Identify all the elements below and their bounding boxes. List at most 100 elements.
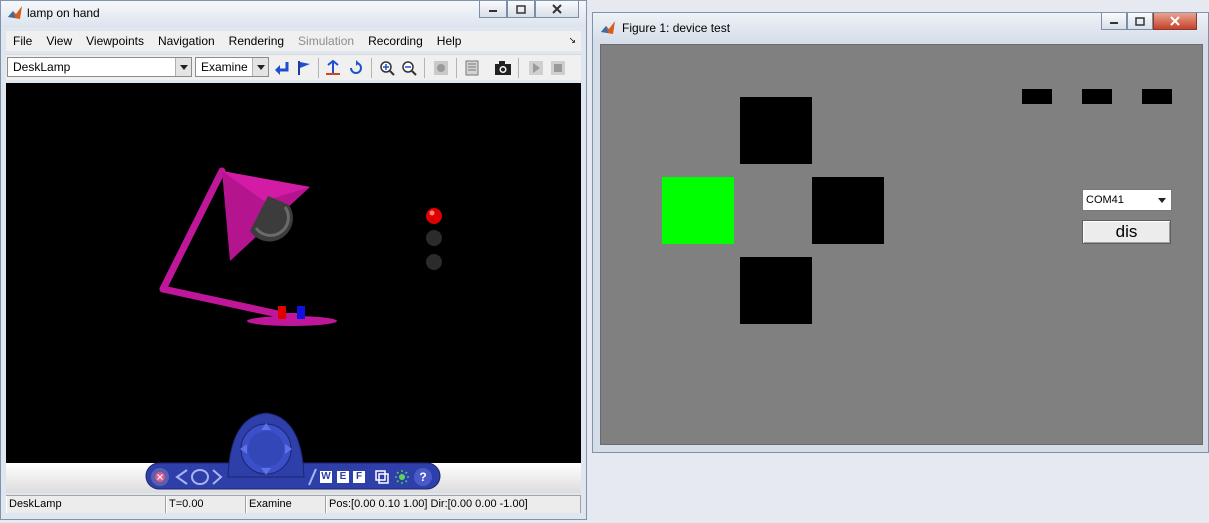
zoom-in-icon [380, 61, 395, 76]
create-viewpoint-button[interactable] [294, 58, 314, 78]
examine-mode-button[interactable]: E [336, 470, 350, 484]
status-position: Pos:[0.00 0.10 1.00] Dir:[0.00 0.00 -1.0… [326, 496, 581, 513]
vr-window: lamp on hand File View Viewpoints Naviga… [0, 0, 587, 520]
com-port-value: COM41 [1086, 194, 1124, 206]
straighten-button[interactable] [323, 58, 343, 78]
matlab-icon [8, 6, 22, 19]
menu-dock-icon[interactable]: ↘ [568, 35, 576, 46]
minimize-button[interactable] [1101, 13, 1127, 30]
help-button[interactable]: ? [414, 468, 432, 486]
figure-window: Figure 1: device test COM41 dis [592, 12, 1209, 453]
return-arrow-icon [275, 62, 289, 75]
down-block [740, 257, 812, 324]
minimize-icon [489, 10, 497, 12]
menu-help[interactable]: Help [430, 34, 469, 48]
figure-canvas: COM41 dis [600, 44, 1203, 445]
vr-viewport[interactable] [6, 83, 581, 463]
menu-simulation: Simulation [298, 34, 355, 48]
maximize-icon [1135, 16, 1145, 26]
record-button[interactable] [431, 58, 451, 78]
status-mode: Examine [246, 496, 326, 513]
status-viewpoint: DeskLamp [6, 496, 166, 513]
zoom-out-icon [402, 61, 417, 76]
maximize-button[interactable] [507, 1, 535, 18]
nav-left-controls[interactable] [173, 468, 223, 486]
maximize-button[interactable] [1127, 13, 1153, 30]
indicator-2 [1082, 89, 1112, 104]
up-block [740, 97, 812, 164]
led-off-2 [426, 254, 442, 270]
viewpoint-select[interactable]: DeskLamp [7, 57, 192, 77]
vr-title-bar[interactable]: lamp on hand [1, 1, 586, 27]
close-icon [155, 472, 165, 482]
zoom-out-button[interactable] [399, 58, 419, 78]
navigation-controls [145, 412, 441, 490]
stop-icon [551, 61, 565, 75]
start-simulation-button[interactable] [526, 58, 546, 78]
lamp-base [247, 316, 337, 326]
nav-close-button[interactable] [151, 468, 169, 486]
menu-bar: File View Viewpoints Navigation Renderin… [6, 31, 581, 51]
indicator-1 [1022, 89, 1052, 104]
led-red [426, 208, 442, 224]
camera-icon [495, 61, 511, 75]
minimize-button[interactable] [479, 1, 507, 18]
toolbar-separator [456, 58, 457, 78]
play-icon [529, 61, 543, 75]
left-block-active [662, 177, 734, 244]
nav-mode-select[interactable]: Examine [195, 57, 269, 77]
viewpoints-button[interactable] [374, 469, 390, 485]
nav-slash-control[interactable] [306, 468, 318, 486]
straighten-icon [326, 60, 340, 75]
close-icon [552, 4, 562, 14]
toolbar-separator [371, 58, 372, 78]
rotate-icon [350, 60, 362, 74]
go-to-default-button[interactable] [346, 58, 366, 78]
nav-mode-select-value: Examine [201, 60, 248, 74]
blue-marker [297, 306, 305, 319]
fly-mode-button[interactable]: F [352, 470, 366, 484]
headlight-button[interactable] [394, 469, 410, 485]
disconnect-button[interactable]: dis [1082, 220, 1171, 244]
close-button[interactable] [535, 1, 579, 18]
document-icon [465, 60, 479, 76]
com-port-select[interactable]: COM41 [1082, 189, 1172, 211]
record-icon [434, 61, 448, 75]
return-to-viewpoint-button[interactable] [272, 58, 292, 78]
stop-simulation-button[interactable] [548, 58, 568, 78]
toolbar-separator [318, 58, 319, 78]
flag-icon [298, 61, 310, 75]
properties-button[interactable] [462, 58, 482, 78]
windows-icon [375, 470, 389, 484]
right-block [812, 177, 884, 244]
walk-mode-button[interactable]: W [319, 470, 333, 484]
toolbar: DeskLamp Examine [6, 54, 581, 80]
close-button[interactable] [1153, 13, 1197, 30]
menu-view[interactable]: View [39, 34, 79, 48]
menu-rendering[interactable]: Rendering [222, 34, 291, 48]
maximize-icon [516, 4, 526, 14]
status-time: T=0.00 [166, 496, 246, 513]
toolbar-separator [518, 58, 519, 78]
figure-window-title: Figure 1: device test [622, 21, 731, 35]
zoom-in-button[interactable] [377, 58, 397, 78]
menu-navigation[interactable]: Navigation [151, 34, 222, 48]
light-icon [395, 470, 409, 484]
close-icon [1170, 16, 1180, 26]
menu-viewpoints[interactable]: Viewpoints [79, 34, 151, 48]
figure-title-bar[interactable]: Figure 1: device test [593, 13, 1208, 43]
minimize-icon [1110, 22, 1118, 24]
lamp-upper-arm [159, 167, 226, 293]
red-marker [278, 306, 286, 319]
slash-icon [308, 468, 317, 486]
chevron-down-icon [175, 58, 191, 76]
chevron-down-icon [1154, 191, 1170, 209]
navigation-panel: W E F ? [6, 412, 581, 493]
toolbar-separator [424, 58, 425, 78]
viewpoint-select-value: DeskLamp [13, 60, 71, 74]
lamp-lower-arm [159, 285, 282, 318]
menu-recording[interactable]: Recording [361, 34, 430, 48]
matlab-icon [601, 21, 615, 34]
capture-frame-button[interactable] [493, 58, 513, 78]
menu-file[interactable]: File [6, 34, 39, 48]
